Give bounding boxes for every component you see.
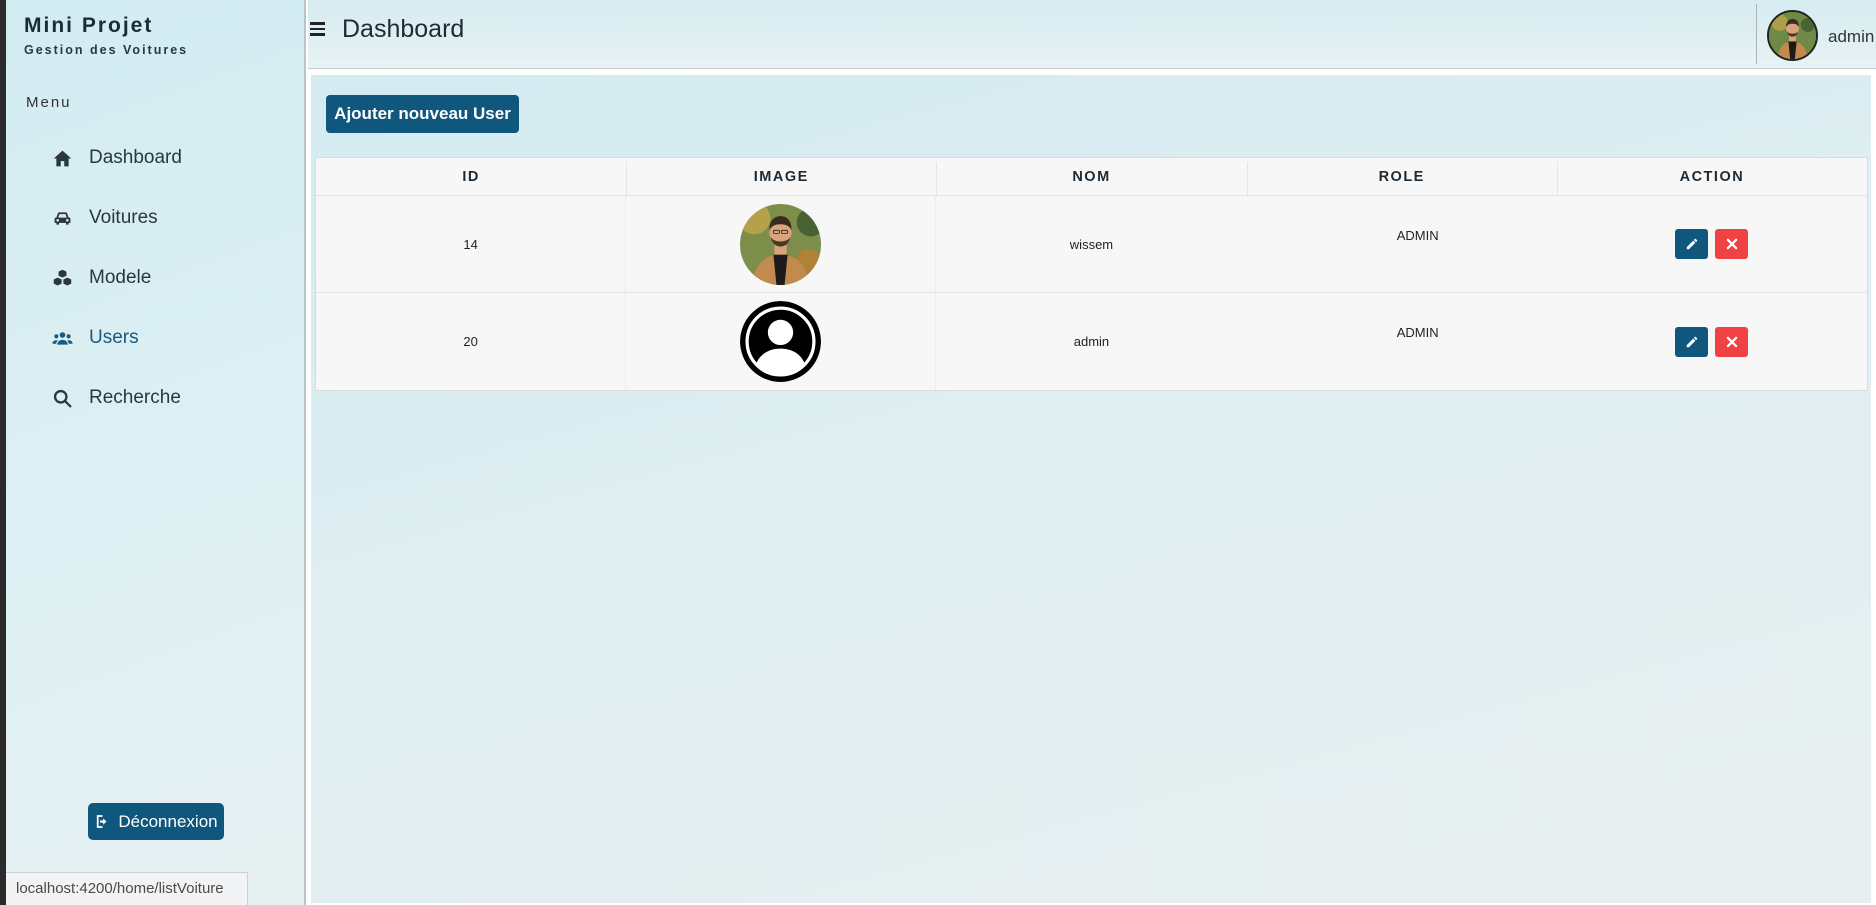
brand-title: Mini Projet	[24, 14, 154, 37]
logout-label: Déconnexion	[118, 811, 218, 831]
sidebar-item-recherche[interactable]: Recherche	[6, 368, 306, 428]
sidebar-item-label: Voitures	[89, 207, 158, 228]
edit-button[interactable]	[1675, 229, 1709, 259]
default-user-avatar-icon	[740, 301, 822, 382]
cell-id: 20	[316, 293, 627, 390]
column-header-image: IMAGE	[626, 158, 936, 195]
column-header-role: ROLE	[1246, 158, 1557, 195]
sidebar-item-label: Recherche	[89, 387, 181, 408]
cell-action	[1557, 196, 1867, 292]
cell-id: 14	[316, 196, 627, 292]
search-icon	[51, 387, 73, 409]
sidebar: Mini Projet Gestion des Voitures Menu Da…	[6, 0, 306, 905]
table-row: 14 wissem ADMIN	[316, 196, 1867, 293]
table-row: 20 admin ADMIN	[316, 293, 1867, 390]
cell-image	[626, 196, 937, 292]
cell-role: ADMIN	[1396, 228, 1439, 243]
sidebar-item-label: Dashboard	[89, 147, 182, 168]
main-content: Ajouter nouveau User ID IMAGE NOM ROLE A…	[311, 75, 1871, 903]
page-title: Dashboard	[342, 15, 465, 43]
sidebar-item-users[interactable]: Users	[6, 308, 306, 368]
pencil-icon	[1686, 336, 1698, 347]
sidebar-item-label: Modele	[89, 267, 152, 288]
cell-image	[626, 293, 937, 390]
column-header-nom: NOM	[936, 158, 1246, 195]
menu-toggle-icon[interactable]	[310, 19, 332, 41]
cell-nom: wissem	[1069, 236, 1114, 252]
close-icon	[1726, 238, 1738, 250]
sidebar-item-modele[interactable]: Modele	[6, 248, 306, 308]
pencil-icon	[1686, 238, 1698, 250]
delete-button[interactable]	[1715, 229, 1749, 259]
menu-heading: Menu	[26, 94, 72, 111]
brand-subtitle: Gestion des Voitures	[24, 43, 189, 57]
users-table: ID IMAGE NOM ROLE ACTION 14 wissem ADMIN…	[315, 157, 1868, 391]
user-photo	[740, 203, 822, 285]
avatar[interactable]	[1767, 10, 1818, 61]
cell-role: ADMIN	[1396, 325, 1439, 340]
users-icon	[51, 327, 73, 349]
cell-action	[1557, 293, 1867, 390]
car-icon	[51, 207, 73, 229]
sidebar-item-dashboard[interactable]: Dashboard	[6, 128, 306, 188]
sign-out-icon	[97, 815, 107, 828]
column-header-id: ID	[462, 168, 480, 185]
status-bar-url: localhost:4200/home/listVoiture	[6, 872, 248, 905]
header-divider	[1756, 4, 1757, 64]
close-icon	[1726, 336, 1738, 347]
home-icon	[51, 147, 73, 169]
sidebar-nav: Dashboard Voitures Modele Users Recherch…	[6, 128, 306, 428]
sidebar-item-label: Users	[89, 327, 139, 348]
cell-nom: admin	[1073, 334, 1110, 349]
delete-button[interactable]	[1715, 326, 1749, 357]
user-name[interactable]: admin	[1828, 27, 1874, 47]
add-user-button[interactable]: Ajouter nouveau User	[326, 95, 519, 133]
table-header: ID IMAGE NOM ROLE ACTION	[316, 158, 1867, 196]
logout-button[interactable]: Déconnexion	[88, 803, 224, 840]
top-bar: Dashboard admin	[308, 0, 1876, 69]
edit-button[interactable]	[1675, 326, 1709, 357]
cubes-icon	[51, 267, 73, 289]
column-header-action: ACTION	[1556, 158, 1867, 195]
sidebar-item-voitures[interactable]: Voitures	[6, 188, 306, 248]
